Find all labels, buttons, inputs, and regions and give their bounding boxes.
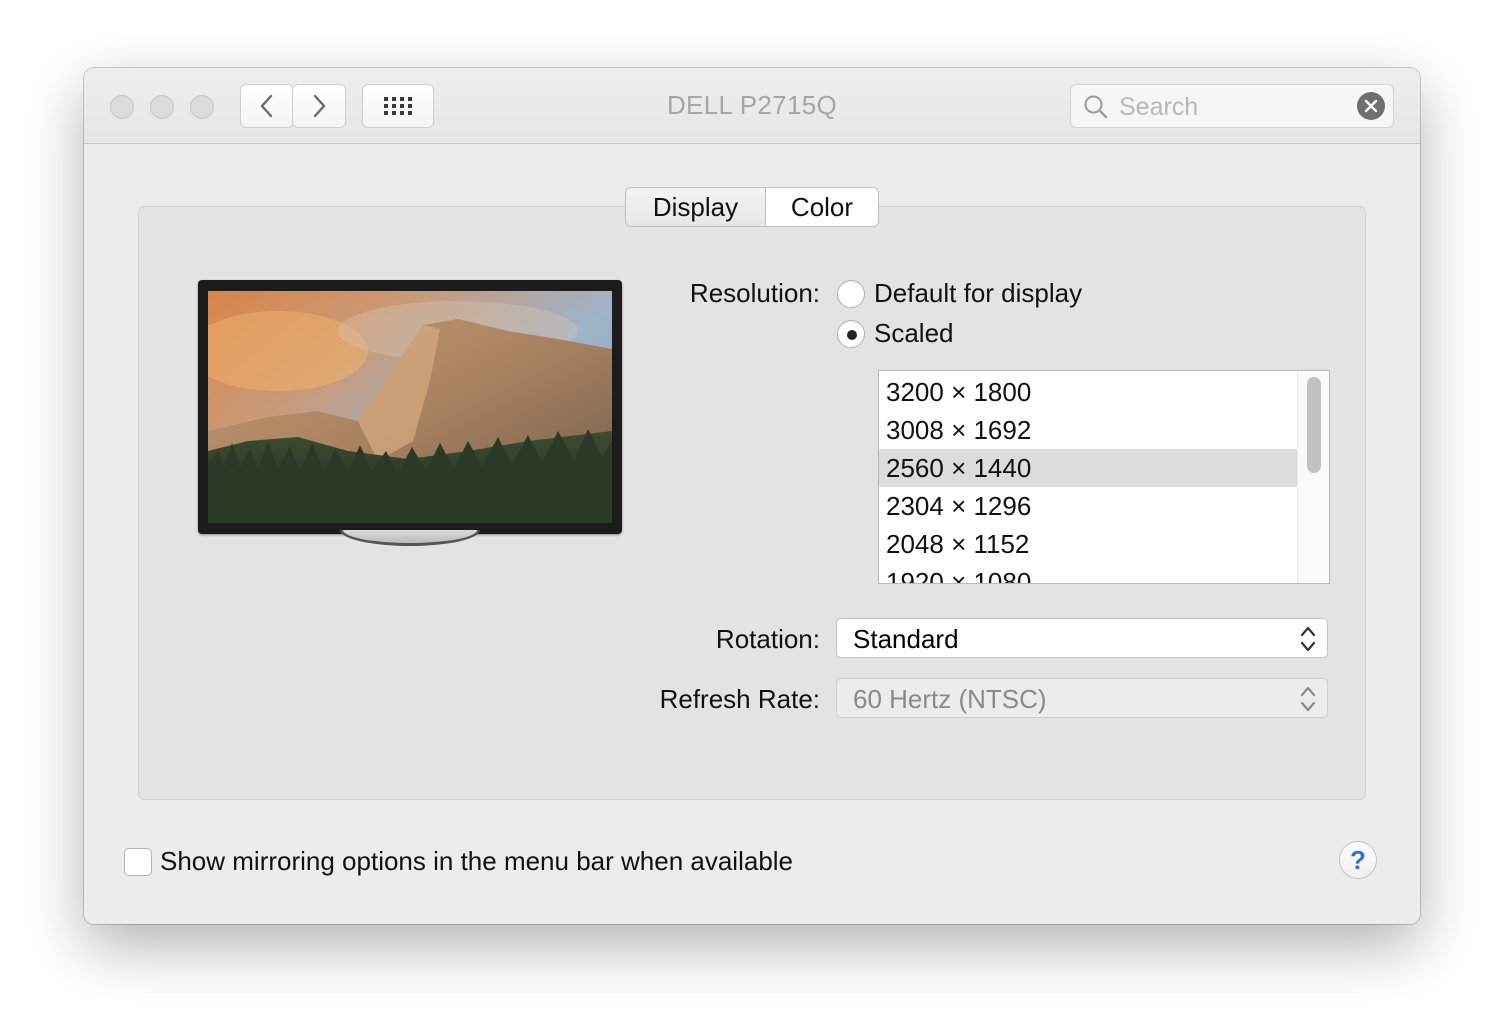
titlebar: DELL P2715Q Search <box>84 68 1420 144</box>
resolution-row[interactable]: 3200 × 1800 <box>879 373 1297 411</box>
scrollbar-thumb[interactable] <box>1307 377 1321 473</box>
desktop-wallpaper-image <box>208 291 612 523</box>
popup-arrows-icon <box>1300 686 1316 712</box>
radio-scaled-label: Scaled <box>874 318 954 348</box>
clear-search-button[interactable] <box>1357 92 1385 120</box>
rotation-popup[interactable]: Standard <box>836 618 1328 658</box>
resolution-row[interactable]: 1920 × 1080 <box>879 563 1297 583</box>
tab-display[interactable]: Display <box>625 187 765 227</box>
tab-color[interactable]: Color <box>765 187 879 227</box>
monitor-image <box>198 280 622 534</box>
resolution-row[interactable]: 2048 × 1152 <box>879 525 1297 563</box>
rotation-value: Standard <box>853 624 959 654</box>
magnifier-icon <box>1084 95 1108 119</box>
clear-icon <box>1364 99 1378 113</box>
mirroring-checkbox[interactable] <box>124 848 152 876</box>
refresh-rate-label: Refresh Rate: <box>659 684 820 714</box>
resolution-row[interactable]: 2304 × 1296 <box>879 487 1297 525</box>
mirroring-label: Show mirroring options in the menu bar w… <box>160 846 794 876</box>
help-button[interactable]: ? <box>1339 841 1377 879</box>
resolution-row-selected[interactable]: 2560 × 1440 <box>879 449 1297 487</box>
radio-default-for-display[interactable] <box>837 280 865 308</box>
tab-bar: Display Color <box>625 187 879 227</box>
resolution-label: Resolution: <box>689 278 820 308</box>
rotation-label: Rotation: <box>715 624 820 654</box>
popup-arrows-icon <box>1300 626 1316 652</box>
radio-scaled[interactable] <box>837 320 865 348</box>
refresh-rate-popup[interactable]: 60 Hertz (NTSC) <box>836 678 1328 718</box>
list-scrollbar[interactable] <box>1297 371 1329 583</box>
display-preferences-window: DELL P2715Q Search Display Color Resolut… <box>84 68 1420 924</box>
resolution-row[interactable]: 3008 × 1692 <box>879 411 1297 449</box>
scaled-resolution-list[interactable]: 3200 × 1800 3008 × 1692 2560 × 1440 2304… <box>878 370 1330 584</box>
refresh-rate-value: 60 Hertz (NTSC) <box>853 684 1047 714</box>
search-placeholder: Search <box>1119 93 1199 121</box>
radio-default-label: Default for display <box>874 278 1083 308</box>
radio-selected-dot <box>847 330 857 340</box>
search-field[interactable]: Search <box>1070 84 1394 128</box>
